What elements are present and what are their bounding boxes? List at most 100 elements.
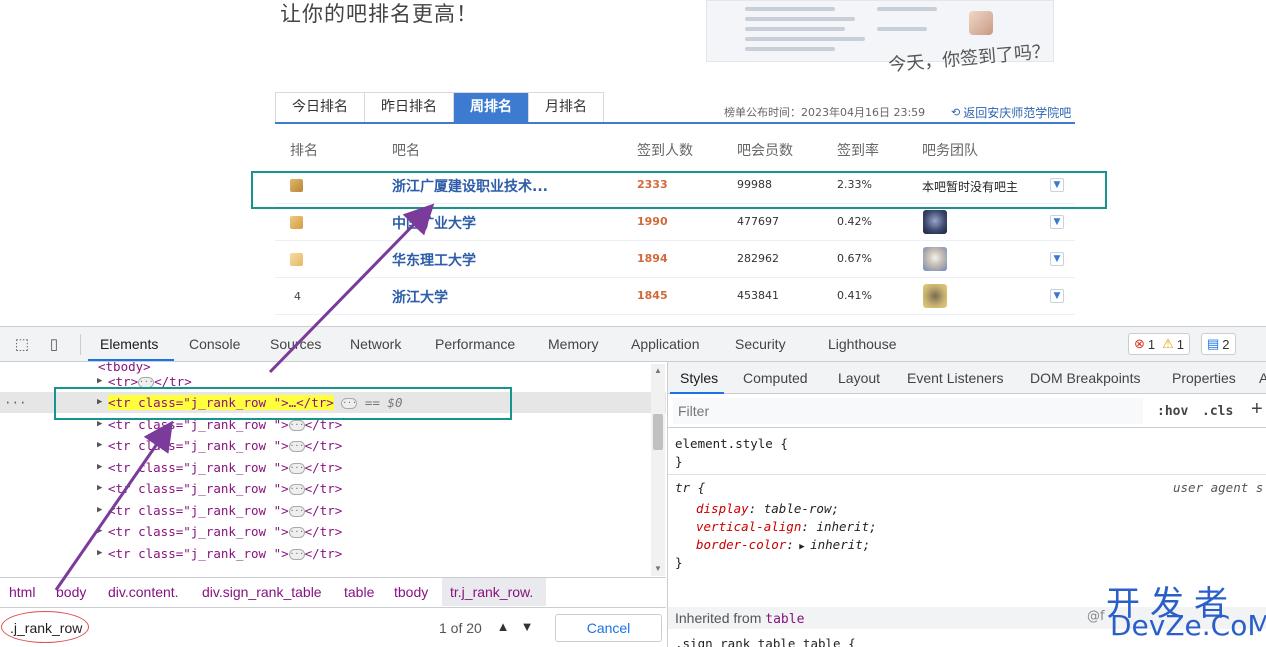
chevron-down-icon[interactable]: ▼ <box>1050 178 1064 192</box>
element-style-selector[interactable]: element.style { <box>675 436 788 451</box>
tab-month-rank[interactable]: 月排名 <box>529 93 603 123</box>
tab-application[interactable]: Application <box>631 336 700 352</box>
dom-node[interactable]: ▶ <tr class="j_rank_row ">···</tr> <box>0 478 666 499</box>
breadcrumb-tbody[interactable]: tbody <box>394 584 428 600</box>
sign-rank-table-selector[interactable]: .sign_rank_table table { <box>675 636 856 647</box>
ellipsis-icon[interactable]: ··· <box>288 420 305 431</box>
expand-triangle-icon[interactable]: ▶ <box>97 371 102 392</box>
css-declaration[interactable]: display: table-row; <box>696 501 839 516</box>
ellipsis-icon[interactable]: ··· <box>288 463 305 474</box>
search-next-icon[interactable]: ▼ <box>516 614 538 640</box>
ellipsis-icon[interactable]: ··· <box>288 506 305 517</box>
dom-tree: <tbody> ▶ <tr>···</tr> ··· ▶ <tr class="… <box>0 362 666 576</box>
tab-performance[interactable]: Performance <box>435 336 515 352</box>
messages-counter[interactable]: ▤ 2 <box>1201 333 1236 355</box>
breadcrumb-div-content[interactable]: div.content. <box>108 584 179 600</box>
scroll-up-icon[interactable]: ▲ <box>654 366 662 375</box>
expand-triangle-icon[interactable]: ▶ <box>97 414 102 435</box>
dom-node[interactable]: ▶ <tr class="j_rank_row ">···</tr> <box>0 521 666 542</box>
expand-triangle-icon[interactable]: ▶ <box>97 435 102 456</box>
bar-name-link[interactable]: 华东理工大学 <box>392 250 476 270</box>
ellipsis-icon[interactable]: ··· <box>138 377 155 388</box>
dom-node[interactable]: ▶ <tr class="j_rank_row ">···</tr> <box>0 435 666 456</box>
styles-filter-input[interactable] <box>673 398 1143 424</box>
tab-styles[interactable]: Styles <box>680 370 718 386</box>
chevron-down-icon[interactable]: ▼ <box>1050 215 1064 229</box>
expand-triangle-icon[interactable]: ▶ <box>97 500 102 521</box>
css-declaration[interactable]: border-color: ▶ inherit; <box>696 537 870 552</box>
chevron-down-icon[interactable]: ▼ <box>1050 252 1064 266</box>
devtools-panel: ⬚ ▯ Elements Console Sources Network Per… <box>0 326 1266 647</box>
tab-network[interactable]: Network <box>350 336 401 352</box>
scroll-down-icon[interactable]: ▼ <box>654 564 662 573</box>
inherited-tag[interactable]: table <box>765 612 804 627</box>
search-prev-icon[interactable]: ▲ <box>492 614 514 640</box>
inspect-icon[interactable]: ⬚ <box>12 335 32 353</box>
chevron-down-icon[interactable]: ▼ <box>1050 289 1064 303</box>
dom-node[interactable]: ▶ <tr class="j_rank_row ">···</tr> <box>0 414 666 435</box>
team-avatar[interactable] <box>923 247 947 271</box>
tr-selector[interactable]: tr { <box>675 480 705 495</box>
ellipsis-icon[interactable]: ··· <box>288 441 305 452</box>
tab-computed[interactable]: Computed <box>743 370 808 386</box>
ellipsis-icon[interactable]: ··· <box>288 549 305 560</box>
device-toolbar-icon[interactable]: ▯ <box>44 335 64 353</box>
bar-name-link[interactable]: 浙江广厦建设职业技术... <box>392 176 548 196</box>
css-declaration[interactable]: vertical-align: inherit; <box>696 519 877 534</box>
expand-triangle-icon[interactable]: ▶ <box>97 521 102 542</box>
dom-search-input[interactable] <box>2 614 428 642</box>
cancel-button[interactable]: Cancel <box>555 614 662 642</box>
sign-rate: 0.67% <box>837 252 872 265</box>
dom-tree-scrollbar[interactable]: ▲ ▼ <box>651 364 665 576</box>
warning-count: 1 <box>1176 336 1185 352</box>
breadcrumb-html[interactable]: html <box>9 584 35 600</box>
expand-triangle-icon[interactable]: ▶ <box>97 478 102 499</box>
ellipsis-icon[interactable]: ··· <box>341 398 358 409</box>
breadcrumb-tr-j-rank-row[interactable]: tr.j_rank_row. <box>450 584 533 600</box>
scrollbar-thumb[interactable] <box>653 414 663 450</box>
tab-event-listeners[interactable]: Event Listeners <box>907 370 1004 386</box>
back-link[interactable]: ⟲ 返回安庆师范学院吧 <box>951 104 1071 121</box>
breadcrumb-table[interactable]: table <box>344 584 374 600</box>
tab-accessibility[interactable]: A <box>1259 370 1266 386</box>
tab-dom-breakpoints[interactable]: DOM Breakpoints <box>1030 370 1140 386</box>
bar-name-link[interactable]: 中国矿业大学 <box>392 213 476 233</box>
expand-triangle-icon[interactable]: ▶ <box>97 457 102 478</box>
tab-elements[interactable]: Elements <box>100 336 158 352</box>
ellipsis-icon[interactable]: ··· <box>288 527 305 538</box>
tab-sources[interactable]: Sources <box>270 336 321 352</box>
bar-name-link[interactable]: 浙江大学 <box>392 287 448 307</box>
tab-console[interactable]: Console <box>189 336 240 352</box>
dom-node-selected[interactable]: ··· ▶ <tr class="j_rank_row ">…</tr> ···… <box>0 392 666 413</box>
tab-week-rank[interactable]: 周排名 <box>454 93 529 123</box>
tab-yesterday-rank[interactable]: 昨日排名 <box>365 93 454 123</box>
team-avatar[interactable] <box>923 284 947 308</box>
issues-counter[interactable]: ⊗ 1 ⚠ 1 <box>1128 333 1191 355</box>
dom-node[interactable]: ▶ <tr>···</tr> <box>0 371 666 392</box>
tab-lighthouse[interactable]: Lighthouse <box>828 336 897 352</box>
dom-close-tag: </tr> <box>154 374 192 389</box>
expand-triangle-icon[interactable]: ▶ <box>97 392 102 413</box>
tab-today-rank[interactable]: 今日排名 <box>276 93 365 123</box>
dom-node[interactable]: ▶ <tr class="j_rank_row ">···</tr> <box>0 457 666 478</box>
header-rank: 排名 <box>290 143 318 159</box>
tab-security[interactable]: Security <box>735 336 786 352</box>
class-toggle[interactable]: .cls <box>1202 404 1233 419</box>
more-options-icon[interactable]: ··· <box>4 392 27 413</box>
expand-triangle-icon[interactable]: ▶ <box>794 542 810 552</box>
tab-layout[interactable]: Layout <box>838 370 880 386</box>
dom-node[interactable]: ▶ <tr class="j_rank_row ">···</tr> <box>0 500 666 521</box>
header-bar-name: 吧名 <box>392 143 420 159</box>
breadcrumb-body[interactable]: body <box>56 584 86 600</box>
dom-node-content: <tr class="j_rank_row ">…</tr> ··· == $0 <box>108 392 402 413</box>
ellipsis-icon[interactable]: ··· <box>288 484 305 495</box>
breadcrumb-div-sign-rank-table[interactable]: div.sign_rank_table <box>202 584 322 600</box>
tab-memory[interactable]: Memory <box>548 336 599 352</box>
team-avatar[interactable] <box>923 210 947 234</box>
expand-triangle-icon[interactable]: ▶ <box>97 543 102 564</box>
tab-properties[interactable]: Properties <box>1172 370 1236 386</box>
message-count: 2 <box>1222 336 1230 352</box>
hover-state-toggle[interactable]: :hov <box>1157 404 1188 419</box>
add-rule-icon[interactable]: + <box>1251 398 1263 421</box>
dom-node[interactable]: ▶ <tr class="j_rank_row ">···</tr> <box>0 543 666 564</box>
